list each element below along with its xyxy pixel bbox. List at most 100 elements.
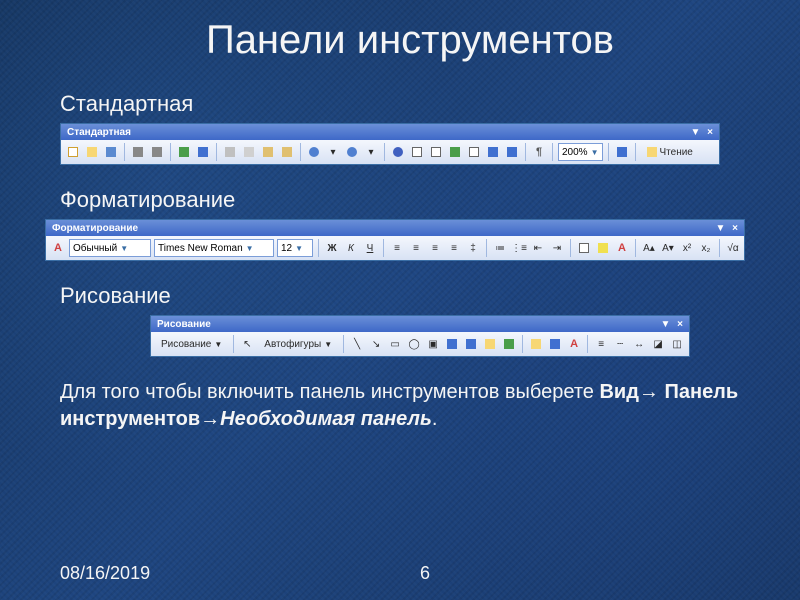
new-doc-icon[interactable] xyxy=(65,144,81,160)
autoshapes-button[interactable]: Автофигуры ▼ xyxy=(258,335,338,353)
separator xyxy=(170,143,171,161)
redo-dropdown-icon[interactable]: ▾ xyxy=(363,144,379,160)
redo-icon[interactable] xyxy=(344,144,360,160)
grow-font-icon[interactable]: A▴ xyxy=(641,240,657,256)
wordart-icon[interactable] xyxy=(444,336,460,352)
help-icon[interactable] xyxy=(614,144,630,160)
select-objects-icon[interactable]: ↖ xyxy=(239,336,255,352)
size-combo[interactable]: 12 ▼ xyxy=(277,239,313,257)
save-icon[interactable] xyxy=(103,144,119,160)
increase-indent-icon[interactable]: ⇥ xyxy=(549,240,565,256)
size-value: 12 xyxy=(281,243,292,254)
print-preview-icon[interactable] xyxy=(149,144,165,160)
cut-icon[interactable] xyxy=(222,144,238,160)
toolbar-title-text: Стандартная xyxy=(67,127,131,138)
insert-picture-icon[interactable] xyxy=(501,336,517,352)
copy-icon[interactable] xyxy=(241,144,257,160)
tables-borders-icon[interactable] xyxy=(409,144,425,160)
fill-color-icon[interactable] xyxy=(528,336,544,352)
borders-icon[interactable] xyxy=(576,240,592,256)
separator xyxy=(587,335,588,353)
separator xyxy=(719,239,720,257)
font-color-icon[interactable]: A xyxy=(566,336,582,352)
font-color-icon[interactable]: A xyxy=(614,240,630,256)
separator xyxy=(635,143,636,161)
3d-icon[interactable]: ◫ xyxy=(669,336,685,352)
bulleted-list-icon[interactable]: ⋮≡ xyxy=(511,240,527,256)
paste-icon[interactable] xyxy=(260,144,276,160)
toolbar-titlebar[interactable]: Форматирование ▼ × xyxy=(46,220,744,236)
line-spacing-icon[interactable]: ‡ xyxy=(465,240,481,256)
columns-icon[interactable] xyxy=(466,144,482,160)
slide-title: Панели инструментов xyxy=(60,18,760,63)
doc-map-icon[interactable] xyxy=(504,144,520,160)
research-icon[interactable] xyxy=(195,144,211,160)
font-combo[interactable]: Times New Roman ▼ xyxy=(154,239,274,257)
arrow-icon[interactable]: ↘ xyxy=(368,336,384,352)
align-right-icon[interactable]: ≡ xyxy=(427,240,443,256)
line-icon[interactable]: ╲ xyxy=(349,336,365,352)
dropdown-icon[interactable]: ▼ xyxy=(660,319,670,330)
show-formatting-icon[interactable]: ¶ xyxy=(531,144,547,160)
shadow-icon[interactable]: ◪ xyxy=(650,336,666,352)
open-icon[interactable] xyxy=(84,144,100,160)
italic-button[interactable]: К xyxy=(343,240,359,256)
bold-button[interactable]: Ж xyxy=(324,240,340,256)
align-center-icon[interactable]: ≡ xyxy=(408,240,424,256)
equation-icon[interactable]: √α xyxy=(725,240,741,256)
dropdown-icon[interactable]: ▼ xyxy=(690,127,700,138)
instr-arrow-1: → xyxy=(639,381,659,403)
insert-table-icon[interactable] xyxy=(428,144,444,160)
zoom-combo[interactable]: 200% ▼ xyxy=(558,143,603,161)
instr-prefix: Для того чтобы включить панель инструмен… xyxy=(60,381,599,403)
close-icon[interactable]: × xyxy=(732,223,738,234)
style-combo[interactable]: Обычный ▼ xyxy=(69,239,151,257)
line-style-icon[interactable]: ≡ xyxy=(593,336,609,352)
font-value: Times New Roman xyxy=(158,243,243,254)
close-icon[interactable]: × xyxy=(677,319,683,330)
clipart-icon[interactable] xyxy=(482,336,498,352)
dropdown-icon[interactable]: ▼ xyxy=(715,223,725,234)
separator xyxy=(486,239,487,257)
print-icon[interactable] xyxy=(130,144,146,160)
align-justify-icon[interactable]: ≡ xyxy=(446,240,462,256)
spellcheck-icon[interactable] xyxy=(176,144,192,160)
excel-icon[interactable] xyxy=(447,144,463,160)
styles-pane-icon[interactable]: A xyxy=(50,240,66,256)
format-painter-icon[interactable] xyxy=(279,144,295,160)
undo-icon[interactable] xyxy=(306,144,322,160)
chevron-down-icon: ▼ xyxy=(214,340,222,349)
separator xyxy=(300,143,301,161)
oval-icon[interactable]: ◯ xyxy=(406,336,422,352)
toolbar-titlebar[interactable]: Стандартная ▼ × xyxy=(61,124,719,140)
close-icon[interactable]: × xyxy=(707,127,713,138)
undo-dropdown-icon[interactable]: ▾ xyxy=(325,144,341,160)
diagram-icon[interactable] xyxy=(463,336,479,352)
arrow-style-icon[interactable]: ↔ xyxy=(631,336,647,352)
decrease-indent-icon[interactable]: ⇤ xyxy=(530,240,546,256)
separator xyxy=(608,143,609,161)
highlight-icon[interactable] xyxy=(595,240,611,256)
separator xyxy=(384,143,385,161)
toolbar-standard: Стандартная ▼ × xyxy=(60,123,720,165)
separator xyxy=(552,143,553,161)
footer-date: 08/16/2019 xyxy=(60,563,150,584)
rectangle-icon[interactable]: ▭ xyxy=(387,336,403,352)
align-left-icon[interactable]: ≡ xyxy=(389,240,405,256)
line-color-icon[interactable] xyxy=(547,336,563,352)
shrink-font-icon[interactable]: A▾ xyxy=(660,240,676,256)
drawing-menu-button[interactable]: Рисование ▼ xyxy=(155,335,228,353)
dash-style-icon[interactable]: ┄ xyxy=(612,336,628,352)
separator xyxy=(522,335,523,353)
toolbar-titlebar[interactable]: Рисование ▼ × xyxy=(151,316,689,332)
underline-button[interactable]: Ч xyxy=(362,240,378,256)
numbered-list-icon[interactable]: ≔ xyxy=(492,240,508,256)
separator xyxy=(216,143,217,161)
drawing-toolbar-icon[interactable] xyxy=(485,144,501,160)
textbox-icon[interactable]: ▣ xyxy=(425,336,441,352)
reading-layout-button[interactable]: Чтение xyxy=(641,143,699,161)
subscript-icon[interactable]: x₂ xyxy=(698,240,714,256)
superscript-icon[interactable]: x² xyxy=(679,240,695,256)
instr-bold-1: Вид xyxy=(599,381,638,403)
hyperlink-icon[interactable] xyxy=(390,144,406,160)
